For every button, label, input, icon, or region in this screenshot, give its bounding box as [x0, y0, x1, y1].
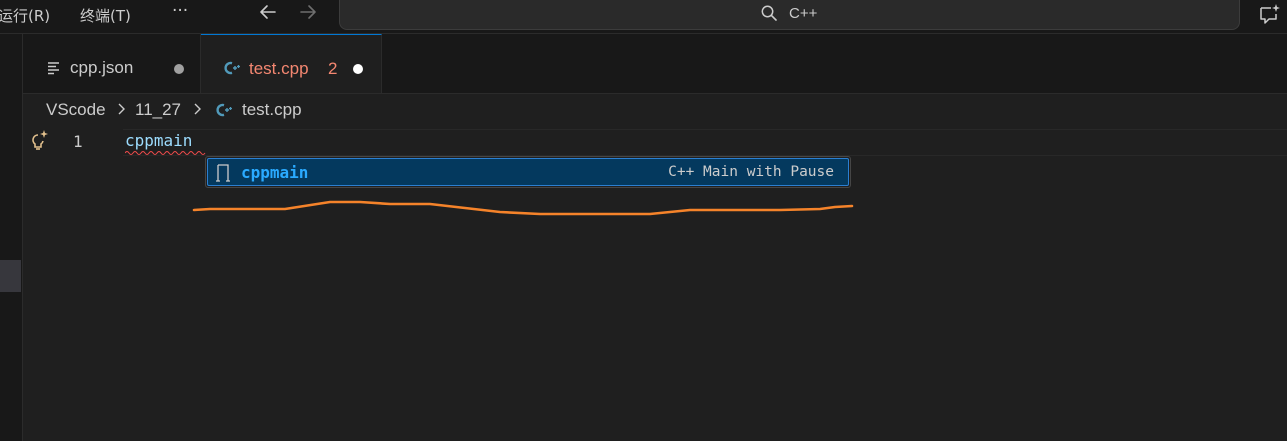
tab-test-cpp[interactable]: test.cpp 2: [201, 34, 382, 93]
breadcrumb-folder-11-27[interactable]: 11_27: [135, 100, 181, 120]
modified-dot-icon[interactable]: [353, 64, 363, 74]
tab-bar: cpp.json test.cpp 2: [23, 34, 1287, 94]
tab-cpp-json[interactable]: cpp.json: [23, 34, 201, 93]
chat-sparkle-icon[interactable]: [1258, 3, 1280, 25]
arrow-right-icon[interactable]: [298, 2, 318, 27]
tab-label: test.cpp: [249, 59, 309, 78]
json-file-icon: [47, 60, 61, 79]
more-menu-icon[interactable]: ···: [172, 1, 188, 21]
code-text[interactable]: cppmain: [125, 131, 192, 150]
cpp-file-icon: [223, 60, 241, 80]
chevron-right-icon: [117, 100, 127, 123]
cpp-file-icon: [215, 102, 233, 122]
activity-active-item[interactable]: [0, 260, 21, 292]
menu-run[interactable]: 运行(R): [0, 5, 50, 26]
tab-label: cpp.json: [70, 58, 134, 77]
activity-bar: [0, 34, 23, 441]
menu-terminal[interactable]: 终端(T): [80, 5, 131, 26]
command-center-search[interactable]: C++: [339, 0, 1240, 30]
lightbulb-sparkle-icon[interactable]: [30, 129, 50, 151]
arrow-left-icon[interactable]: [258, 2, 278, 27]
search-icon: [761, 5, 777, 21]
breadcrumb-folder-vscode[interactable]: VScode: [46, 100, 106, 120]
breadcrumb-file-test-cpp[interactable]: test.cpp: [242, 100, 302, 120]
chevron-right-icon: [193, 100, 203, 123]
current-line-highlight: [123, 129, 1287, 156]
error-squiggle: [125, 151, 206, 155]
suggestion-widget: cppmain C++ Main with Pause: [205, 156, 851, 188]
suggestion-label: cppmain: [241, 163, 309, 182]
suggestion-item[interactable]: cppmain C++ Main with Pause: [207, 158, 849, 186]
annotation-underline: [192, 200, 854, 216]
title-bar: 运行(R) 终端(T) ··· C++: [0, 0, 1287, 34]
breadcrumb: VScode 11_27 test.cpp: [23, 94, 1287, 126]
suggestion-detail: C++ Main with Pause: [668, 164, 834, 180]
modified-dot-icon[interactable]: [174, 64, 184, 74]
search-text: C++: [789, 5, 818, 22]
line-number: 1: [73, 132, 83, 151]
snippet-icon: [215, 164, 231, 182]
problem-count-badge: 2: [328, 59, 338, 78]
